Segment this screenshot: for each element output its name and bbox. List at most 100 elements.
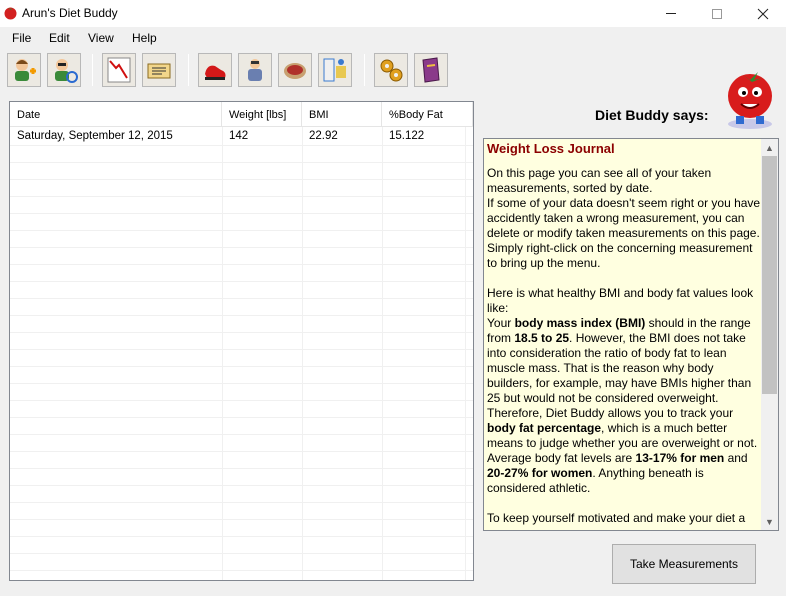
menu-bar: File Edit View Help [0, 27, 470, 49]
food-button[interactable] [278, 53, 312, 87]
grid-line [10, 298, 473, 299]
scroll-thumb[interactable] [762, 156, 777, 394]
measurements-table[interactable]: Date Weight [lbs] BMI %Body Fat Saturday… [9, 101, 474, 581]
title-bar: Arun's Diet Buddy [0, 0, 786, 27]
exercise-button[interactable] [238, 53, 272, 87]
journal-scrollbar[interactable]: ▲ ▼ [761, 139, 778, 530]
food-icon [284, 63, 306, 79]
grid-line [10, 400, 473, 401]
grid-line [10, 264, 473, 265]
grid-line [10, 485, 473, 486]
menu-help[interactable]: Help [132, 31, 157, 45]
tomato-mascot-icon [728, 72, 772, 129]
column-header-weight[interactable]: Weight [lbs] [222, 102, 302, 127]
text-run: Your [487, 316, 515, 330]
text-run: and [724, 451, 748, 465]
table-header: Date Weight [lbs] BMI %Body Fat [10, 102, 473, 127]
grid-line [10, 383, 473, 384]
grid-line [10, 213, 473, 214]
grid-line [10, 145, 473, 146]
bold-text: 18.5 to 25 [514, 331, 570, 345]
journal-paragraph: To keep yourself motivated and make your… [487, 511, 746, 525]
bold-text: 13-17% for men [635, 451, 725, 465]
column-header-date[interactable]: Date [10, 102, 222, 127]
grid-line [10, 349, 473, 350]
journal-paragraph: Average body fat levels are 13-17% for m… [487, 451, 762, 496]
tomato-app-icon [4, 7, 17, 20]
help-book-button[interactable] [414, 53, 448, 87]
chevron-down-icon: ▼ [765, 516, 774, 527]
chevron-up-icon: ▲ [765, 142, 774, 153]
close-button[interactable] [740, 0, 786, 27]
grid-line [10, 553, 473, 554]
cell-body-fat: 15.122 [389, 130, 425, 142]
scroll-up-button[interactable]: ▲ [761, 139, 778, 156]
cell-weight: 142 [229, 130, 249, 142]
assistant-label: Diet Buddy says: [595, 107, 709, 123]
add-user-button[interactable] [7, 53, 41, 87]
grid-line [10, 247, 473, 248]
toolbar-separator [188, 54, 189, 86]
journal-button[interactable] [142, 53, 176, 87]
grid-line [10, 570, 473, 571]
running-shoe-icon [205, 65, 226, 80]
window-title: Arun's Diet Buddy [22, 6, 118, 20]
text-run: Therefore, Diet Buddy allows you to trac… [487, 406, 734, 420]
column-header-bmi[interactable]: BMI [302, 102, 382, 127]
close-icon [757, 8, 769, 19]
grid-line [10, 451, 473, 452]
grid-line [10, 536, 473, 537]
menu-view[interactable]: View [88, 31, 114, 45]
journal-panel[interactable]: Weight Loss Journal On this page you can… [483, 138, 779, 531]
menu-edit[interactable]: Edit [49, 31, 70, 45]
maximize-button[interactable] [694, 0, 740, 27]
take-measurements-button[interactable]: Take Measurements [612, 544, 756, 584]
measure-button[interactable] [318, 53, 352, 87]
switch-user-button[interactable] [47, 53, 81, 87]
journal-paragraph: Your body mass index (BMI) should in the… [487, 316, 762, 406]
table-row[interactable]: Saturday, September 12, 2015 142 22.92 1… [10, 128, 473, 145]
cell-date: Saturday, September 12, 2015 [17, 130, 173, 142]
exercise-icon [248, 59, 262, 81]
grid-line [10, 417, 473, 418]
journal-content: Weight Loss Journal On this page you can… [486, 141, 762, 526]
grid-line [10, 519, 473, 520]
journal-title: Weight Loss Journal [487, 141, 615, 156]
grid-line [10, 434, 473, 435]
book-icon [422, 57, 440, 83]
toolbar-separator [92, 54, 93, 86]
column-header-body-fat[interactable]: %Body Fat [382, 102, 473, 127]
journal-paragraph: Therefore, Diet Buddy allows you to trac… [487, 406, 762, 451]
add-user-icon [15, 59, 36, 81]
journal-paragraph: On this page you can see all of your tak… [487, 166, 712, 195]
grid-line [10, 281, 473, 282]
bold-text: body mass index (BMI) [514, 316, 646, 330]
grid-line [10, 162, 473, 163]
journal-icon [147, 63, 171, 79]
grid-line [10, 332, 473, 333]
grid-line [10, 196, 473, 197]
journal-paragraph: Here is what healthy BMI and body fat va… [487, 286, 754, 315]
measure-icon [323, 58, 346, 82]
grid-line [10, 230, 473, 231]
grid-line [10, 502, 473, 503]
toolbar-separator [364, 54, 365, 86]
grid-line [10, 179, 473, 180]
weight-chart-button[interactable] [102, 53, 136, 87]
minimize-button[interactable] [648, 0, 694, 27]
text-run: Average body fat levels are [487, 451, 636, 465]
maximize-icon [712, 8, 722, 19]
grid-line [10, 468, 473, 469]
toolbar [0, 49, 470, 93]
settings-button[interactable] [374, 53, 408, 87]
running-shoe-button[interactable] [198, 53, 232, 87]
grid-line [10, 315, 473, 316]
journal-paragraph: If some of your data doesn't seem right … [487, 196, 761, 270]
settings-gears-icon [380, 59, 403, 82]
menu-file[interactable]: File [12, 31, 31, 45]
switch-user-icon [55, 59, 78, 83]
bold-text: 20-27% for women [487, 466, 593, 480]
minimize-icon [666, 13, 676, 14]
scroll-down-button[interactable]: ▼ [761, 513, 778, 530]
